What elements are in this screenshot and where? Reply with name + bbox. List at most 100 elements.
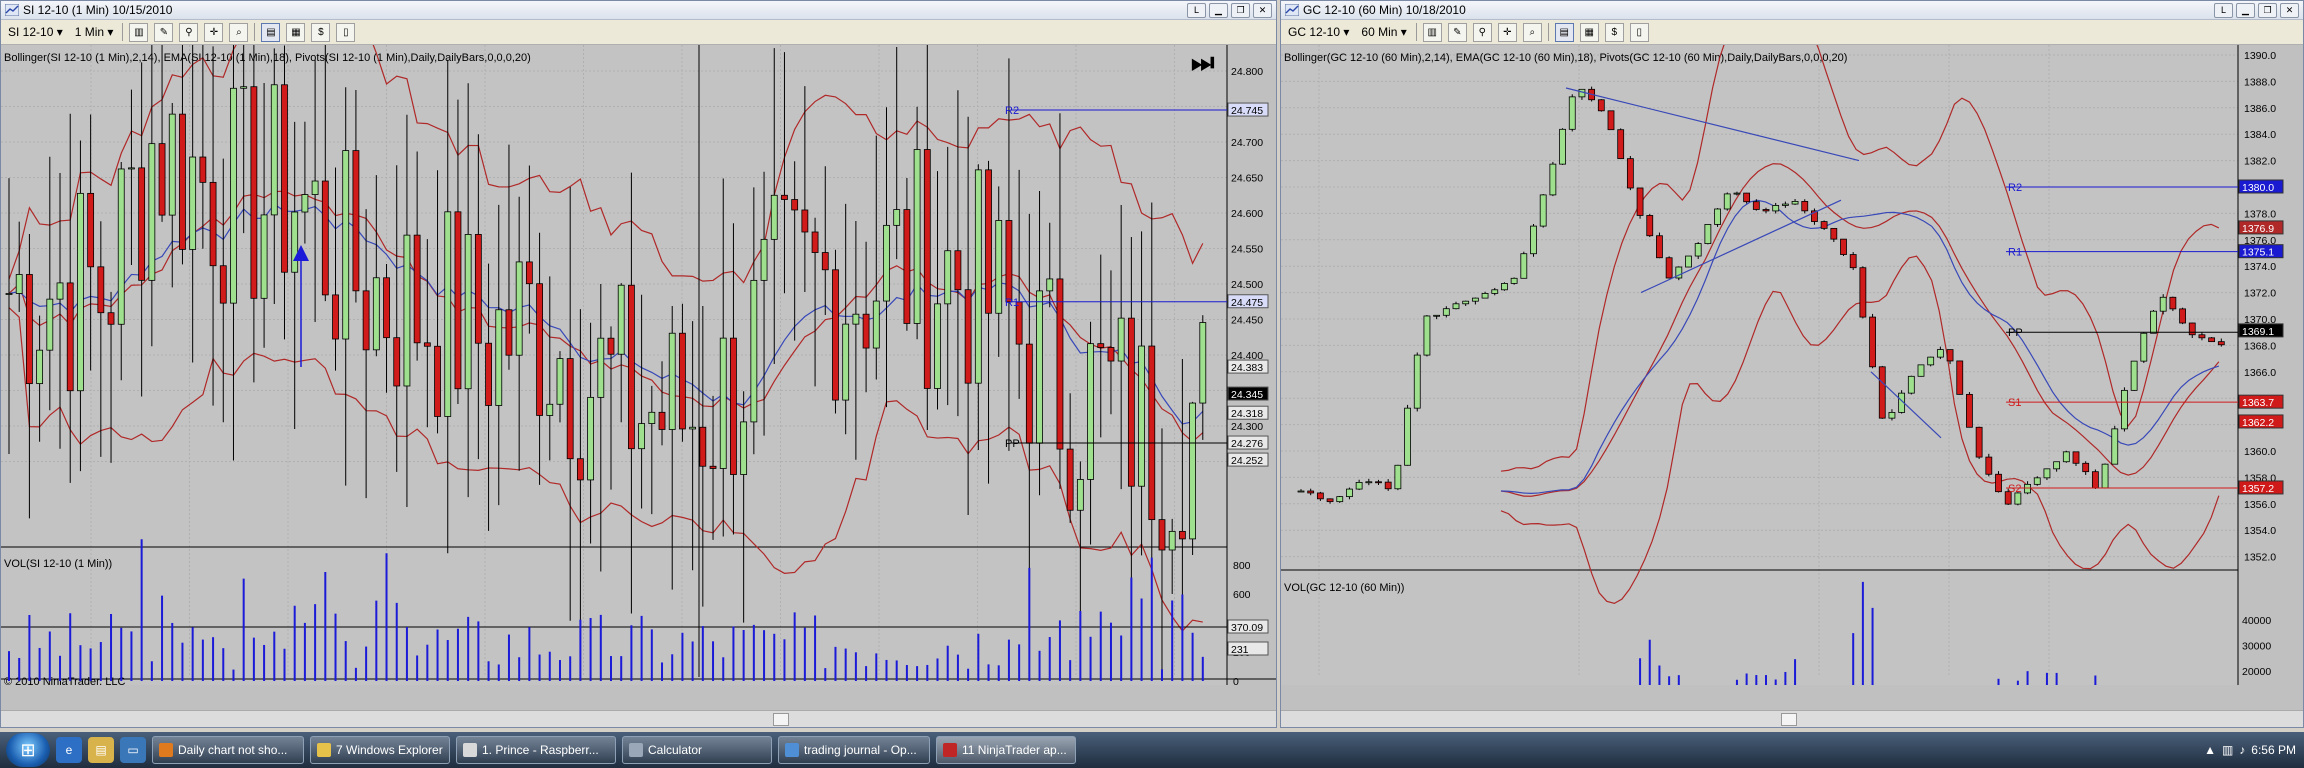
left-instrument-select[interactable]: SI 12-10 ▾	[5, 25, 66, 39]
candle	[311, 180, 319, 195]
right-price-chart[interactable]: 1390.0 1388.0 1386.0 1384.0 1382.0 1380.0 1378…	[1281, 45, 2304, 685]
candle	[903, 209, 911, 324]
price-tag-label: 24.276	[1231, 438, 1263, 450]
bar-type-icon[interactable]: ▥	[1422, 22, 1442, 42]
candle	[985, 169, 992, 314]
left-maximize-icon[interactable]: ❐	[1231, 3, 1250, 18]
candle	[1189, 402, 1196, 540]
candle	[607, 337, 615, 355]
left-restore-icon[interactable]: L	[1187, 3, 1206, 18]
candle	[525, 261, 533, 285]
right-instrument-select[interactable]: GC 12-10 ▾	[1285, 25, 1352, 39]
candle	[1714, 208, 1721, 225]
explorer-icon[interactable]: ▤	[88, 737, 114, 763]
draw-tool-icon[interactable]: ⚲	[1472, 22, 1492, 42]
chart-trader-icon[interactable]: ▤	[1554, 22, 1574, 42]
candle	[750, 279, 758, 423]
taskbar-item[interactable]: 7 Windows Explorer	[310, 736, 450, 764]
right-scroll-thumb[interactable]	[1781, 713, 1797, 726]
strategies-icon[interactable]: $	[311, 22, 331, 42]
pencil-icon[interactable]: ✎	[154, 22, 174, 42]
taskbar-item[interactable]: 11 NinjaTrader ap...	[936, 736, 1076, 764]
right-close-icon[interactable]: ✕	[2280, 3, 2299, 18]
taskbar-app-icon	[463, 743, 477, 757]
taskbar-app-icon	[785, 743, 799, 757]
candle	[1326, 498, 1334, 503]
candle	[1820, 221, 1828, 229]
bar-type-icon[interactable]: ▥	[129, 22, 149, 42]
candle	[87, 192, 95, 268]
indicators-icon[interactable]: ▦	[286, 22, 306, 42]
left-horizontal-scrollbar[interactable]	[1, 710, 1276, 727]
properties-icon[interactable]: ▯	[336, 22, 356, 42]
candle	[1936, 349, 1944, 358]
candle	[1617, 129, 1625, 160]
draw-tool-icon[interactable]: ⚲	[179, 22, 199, 42]
indicators-icon[interactable]: ▦	[1579, 22, 1599, 42]
candle	[199, 156, 207, 183]
candle	[1530, 225, 1537, 255]
candle	[1471, 297, 1479, 302]
candle	[2217, 341, 2225, 346]
strategies-icon[interactable]: $	[1604, 22, 1624, 42]
zoom-icon[interactable]: ⌕	[1522, 22, 1542, 42]
price-tick: 24.700	[1231, 137, 1263, 149]
left-interval-select[interactable]: 1 Min ▾	[72, 25, 117, 39]
crosshair-icon[interactable]: ✛	[204, 22, 224, 42]
price-tick: 1352.0	[2244, 552, 2276, 564]
candle	[668, 332, 676, 430]
chart-trader-icon[interactable]: ▤	[261, 22, 281, 42]
left-minimize-icon[interactable]: ▁	[1209, 3, 1228, 18]
candle	[1442, 308, 1450, 316]
tray-chevron-icon[interactable]: ▲	[2204, 743, 2216, 757]
pencil-icon[interactable]: ✎	[1447, 22, 1467, 42]
taskbar-item[interactable]: Daily chart not sho...	[152, 736, 304, 764]
candle	[1005, 220, 1013, 303]
candle	[505, 309, 513, 356]
left-title-bar[interactable]: SI 12-10 (1 Min) 10/15/2010 L ▁ ❐ ✕	[1, 1, 1276, 20]
crosshair-icon[interactable]: ✛	[1497, 22, 1517, 42]
taskbar-item[interactable]: 1. Prince - Raspberr...	[456, 736, 616, 764]
price-tick: 1360.0	[2244, 446, 2276, 458]
left-window-title: SI 12-10 (1 Min) 10/15/2010	[23, 3, 173, 17]
candle	[2033, 477, 2041, 485]
left-close-icon[interactable]: ✕	[1253, 3, 1272, 18]
candle	[1127, 317, 1135, 487]
ie-icon[interactable]: e	[56, 737, 82, 763]
windows-taskbar: ⊞ e ▤ ▭ Daily chart not sho... 7 Windows …	[0, 732, 2304, 768]
candle	[1665, 257, 1673, 279]
candle	[1801, 201, 1809, 212]
start-button[interactable]: ⊞	[6, 733, 50, 767]
candle	[444, 211, 452, 417]
candle	[842, 323, 850, 401]
volume-tick: 600	[1233, 589, 1251, 601]
price-tick: 1378.0	[2244, 208, 2276, 220]
pivot-r1-label: R1	[2008, 247, 2022, 259]
network-icon[interactable]: ▥	[2222, 743, 2233, 757]
candle	[801, 209, 809, 233]
right-minimize-icon[interactable]: ▁	[2236, 3, 2255, 18]
zoom-icon[interactable]: ⌕	[229, 22, 249, 42]
candle	[1413, 354, 1421, 409]
candle	[230, 87, 237, 304]
properties-icon[interactable]: ▯	[1629, 22, 1649, 42]
right-title-bar[interactable]: GC 12-10 (60 Min) 10/18/2010 L ▁ ❐ ✕	[1281, 1, 2303, 20]
candle	[1907, 375, 1915, 394]
right-interval-select[interactable]: 60 Min ▾	[1358, 25, 1409, 39]
right-restore-icon[interactable]: L	[2214, 3, 2233, 18]
right-horizontal-scrollbar[interactable]	[1281, 710, 2303, 727]
desktop-icon[interactable]: ▭	[120, 737, 146, 763]
clock[interactable]: 6:56 PM	[2251, 743, 2296, 757]
volume-icon[interactable]: ♪	[2239, 743, 2245, 757]
candle	[1975, 426, 1983, 458]
right-maximize-icon[interactable]: ❐	[2258, 3, 2277, 18]
candle	[1025, 343, 1033, 444]
taskbar-item[interactable]: trading journal - Op...	[778, 736, 930, 764]
candle	[15, 274, 23, 294]
taskbar-item[interactable]: Calculator	[622, 736, 772, 764]
left-price-chart[interactable]: 24.80024.75024.70024.65024.60024.55024.5…	[1, 45, 1277, 685]
candle	[2121, 389, 2128, 430]
candle	[46, 298, 54, 351]
candle	[1849, 254, 1857, 269]
left-scroll-thumb[interactable]	[773, 713, 789, 726]
